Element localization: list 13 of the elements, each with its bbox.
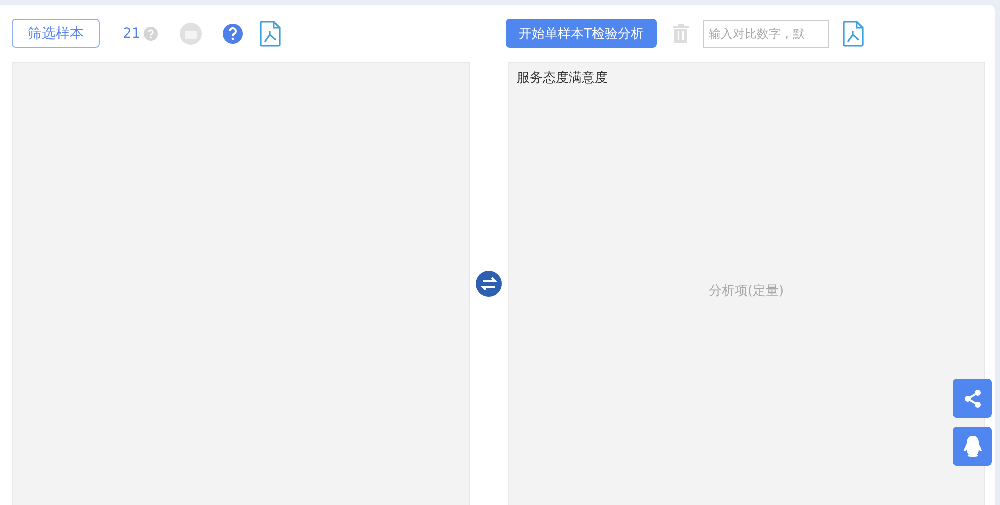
start-analysis-button[interactable]: 开始单样本T检验分析 — [506, 19, 657, 48]
pdf-icon[interactable] — [842, 20, 865, 46]
help-icon[interactable] — [222, 24, 243, 44]
penguin-icon — [962, 434, 982, 458]
sample-count: 21 — [123, 26, 141, 42]
share-button[interactable] — [953, 379, 992, 418]
compare-number-input[interactable]: 输入对比数字，默 — [702, 20, 829, 48]
pdf-icon[interactable] — [260, 20, 282, 46]
swap-icon[interactable] — [476, 270, 502, 296]
analysis-items-placeholder: 分析项(定量) — [708, 284, 784, 299]
analysis-items-drop-field[interactable]: 服务态度满意度 分析项(定量) — [508, 62, 985, 505]
analysis-item[interactable]: 服务态度满意度 — [509, 63, 616, 93]
share-icon — [962, 388, 982, 408]
